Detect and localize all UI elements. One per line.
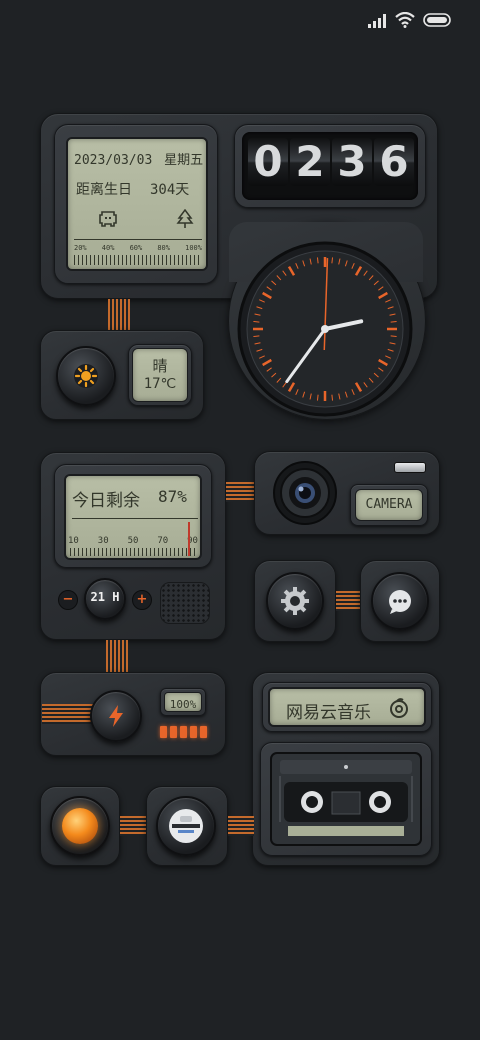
progress-ruler-label: 70 bbox=[157, 536, 169, 546]
progress-ticks bbox=[70, 548, 198, 556]
battery-cell bbox=[200, 726, 207, 738]
clock-tick bbox=[390, 335, 397, 338]
clock-tick bbox=[253, 320, 260, 323]
battery-cell bbox=[190, 726, 197, 738]
sun-icon bbox=[74, 364, 98, 388]
calendar-date: 2023/03/03 bbox=[74, 153, 153, 168]
wire bbox=[120, 816, 148, 836]
music-app-name: 网易云音乐 bbox=[286, 703, 371, 723]
flip-clock-frame: 0 2 3 6 bbox=[242, 132, 418, 200]
flip-digit: 6 bbox=[374, 138, 414, 186]
lightning-bolt-icon bbox=[109, 705, 123, 727]
birthday-label: 距离生日 bbox=[76, 182, 132, 198]
camera-label: CAMERA bbox=[365, 497, 413, 512]
battery-cell bbox=[160, 726, 167, 738]
weather-lcd: 晴 17℃ bbox=[132, 348, 188, 402]
battery-level-text: 100% bbox=[169, 698, 197, 711]
progress-needle bbox=[187, 522, 190, 556]
wire bbox=[226, 482, 256, 502]
flip-digit: 0 bbox=[248, 138, 288, 186]
calendar-weekday: 星期五 bbox=[164, 153, 204, 168]
calendar-lcd: 2023/03/03 星期五 距离生日 304天 20% 40% 60% 80%… bbox=[66, 137, 208, 271]
weather-temperature: 17℃ bbox=[143, 376, 177, 392]
battery-cells bbox=[160, 726, 210, 740]
plus-button[interactable]: + bbox=[132, 590, 152, 610]
day-progress-label: 今日剩余 bbox=[72, 491, 140, 511]
speaker-grille bbox=[160, 582, 210, 624]
camera-label-lcd: CAMERA bbox=[355, 489, 423, 521]
progress-ruler-label: 50 bbox=[127, 536, 139, 546]
clock-tick bbox=[316, 394, 319, 401]
progress-ruler-label: 10 bbox=[68, 536, 79, 546]
clock-tick bbox=[331, 394, 334, 401]
calendar-ruler: 20% 40% 60% 80% 100% bbox=[74, 239, 202, 267]
battery-cell bbox=[180, 726, 187, 738]
minus-label: − bbox=[62, 592, 74, 607]
music-lcd: 网易云音乐 bbox=[268, 687, 426, 727]
hour-display: 21 H bbox=[90, 590, 120, 604]
orange-light-icon bbox=[62, 808, 98, 844]
battery-level-lcd: 100% bbox=[164, 692, 202, 712]
tree-icon bbox=[176, 209, 194, 228]
minus-button[interactable]: − bbox=[58, 590, 78, 610]
wifi-icon bbox=[395, 12, 415, 28]
status-bar bbox=[360, 10, 470, 32]
signal-bars-icon bbox=[368, 14, 386, 28]
ruler-label: 40% bbox=[101, 244, 115, 252]
wire bbox=[228, 816, 254, 836]
flip-digit: 2 bbox=[290, 138, 330, 186]
wire bbox=[106, 640, 128, 674]
clock-tick bbox=[331, 257, 334, 264]
ruler-label: 80% bbox=[157, 244, 170, 252]
ruler-label: 60% bbox=[129, 244, 143, 252]
plus-label: + bbox=[136, 592, 148, 607]
camera-flash bbox=[394, 462, 426, 473]
weather-condition: 晴 bbox=[152, 357, 168, 375]
ruler-label: 20% bbox=[74, 244, 87, 252]
battery-cell bbox=[170, 726, 177, 738]
day-progress-value: 87% bbox=[158, 487, 187, 506]
day-progress-lcd: 今日剩余 87% 10 30 50 70 90 bbox=[64, 474, 202, 560]
chat-bubble-icon bbox=[389, 590, 411, 614]
wire bbox=[108, 299, 130, 331]
ruler-label: 100% bbox=[185, 244, 202, 252]
wire bbox=[42, 704, 96, 724]
progress-rule bbox=[72, 518, 198, 519]
clock-tick bbox=[316, 257, 319, 264]
progress-ruler-label: 30 bbox=[97, 536, 109, 546]
wire bbox=[336, 591, 360, 611]
cassette-tape-icon[interactable] bbox=[270, 752, 422, 846]
pixel-monster-icon bbox=[99, 211, 117, 227]
clock-center-pin bbox=[321, 325, 329, 333]
clock-tick bbox=[253, 335, 260, 338]
lamp-icon bbox=[169, 809, 203, 843]
birthday-days: 304天 bbox=[150, 182, 190, 198]
flip-digit: 3 bbox=[332, 138, 372, 186]
battery-icon bbox=[423, 13, 451, 27]
gear-icon bbox=[281, 587, 309, 615]
clock-tick bbox=[390, 320, 397, 323]
camera-lens-icon bbox=[273, 461, 337, 525]
netease-music-icon bbox=[390, 698, 408, 718]
analog-clock[interactable] bbox=[236, 240, 414, 418]
